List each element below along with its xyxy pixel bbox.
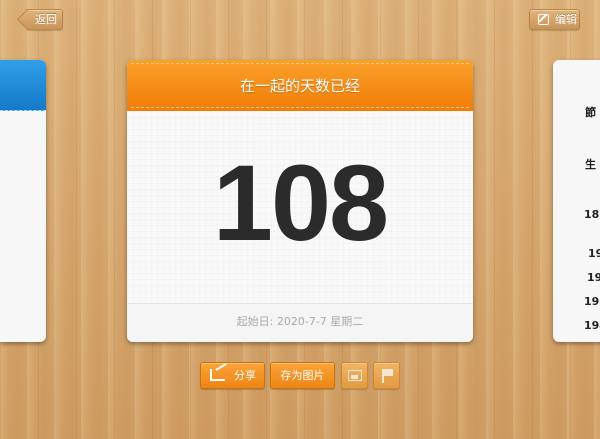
card-title: 在一起的天数已经 xyxy=(239,77,360,95)
next-card-line: 節 xyxy=(585,106,596,119)
next-card-line: 194 xyxy=(584,319,600,332)
share-button[interactable]: 分享 xyxy=(200,362,265,389)
edit-button[interactable]: 编辑 xyxy=(529,9,580,30)
card-footer: 起始日: 2020-7-7 星期二 xyxy=(127,303,473,342)
back-button[interactable]: 返回 xyxy=(26,9,63,30)
card-header: 在一起的天数已经 xyxy=(127,60,473,111)
back-label: 返回 xyxy=(35,13,57,26)
save-image-label: 存为图片 xyxy=(280,369,325,382)
next-card-line: 185 xyxy=(584,208,600,221)
start-date: 起始日: 2020-7-7 星期二 xyxy=(236,315,364,328)
photo-icon xyxy=(348,370,362,381)
save-image-button[interactable]: 存为图片 xyxy=(270,362,335,389)
days-together-card: 在一起的天数已经 108 起始日: 2020-7-7 星期二 xyxy=(127,60,473,342)
flag-button[interactable] xyxy=(373,362,400,389)
previous-card[interactable] xyxy=(0,60,46,342)
photo-button[interactable] xyxy=(341,362,368,389)
share-label: 分享 xyxy=(234,369,256,382)
next-card-line: 19 xyxy=(588,247,600,260)
previous-card-header xyxy=(0,60,46,111)
next-card[interactable]: 節 生 185 19 19 193 194 xyxy=(553,60,600,342)
edit-label: 编辑 xyxy=(555,13,577,26)
flag-icon xyxy=(382,369,393,383)
next-card-line: 193 xyxy=(584,295,600,308)
share-icon xyxy=(210,369,225,381)
next-card-line: 生 xyxy=(585,158,596,171)
edit-icon xyxy=(538,14,549,25)
next-card-line: 19 xyxy=(587,271,600,284)
day-count: 108 xyxy=(212,142,389,263)
